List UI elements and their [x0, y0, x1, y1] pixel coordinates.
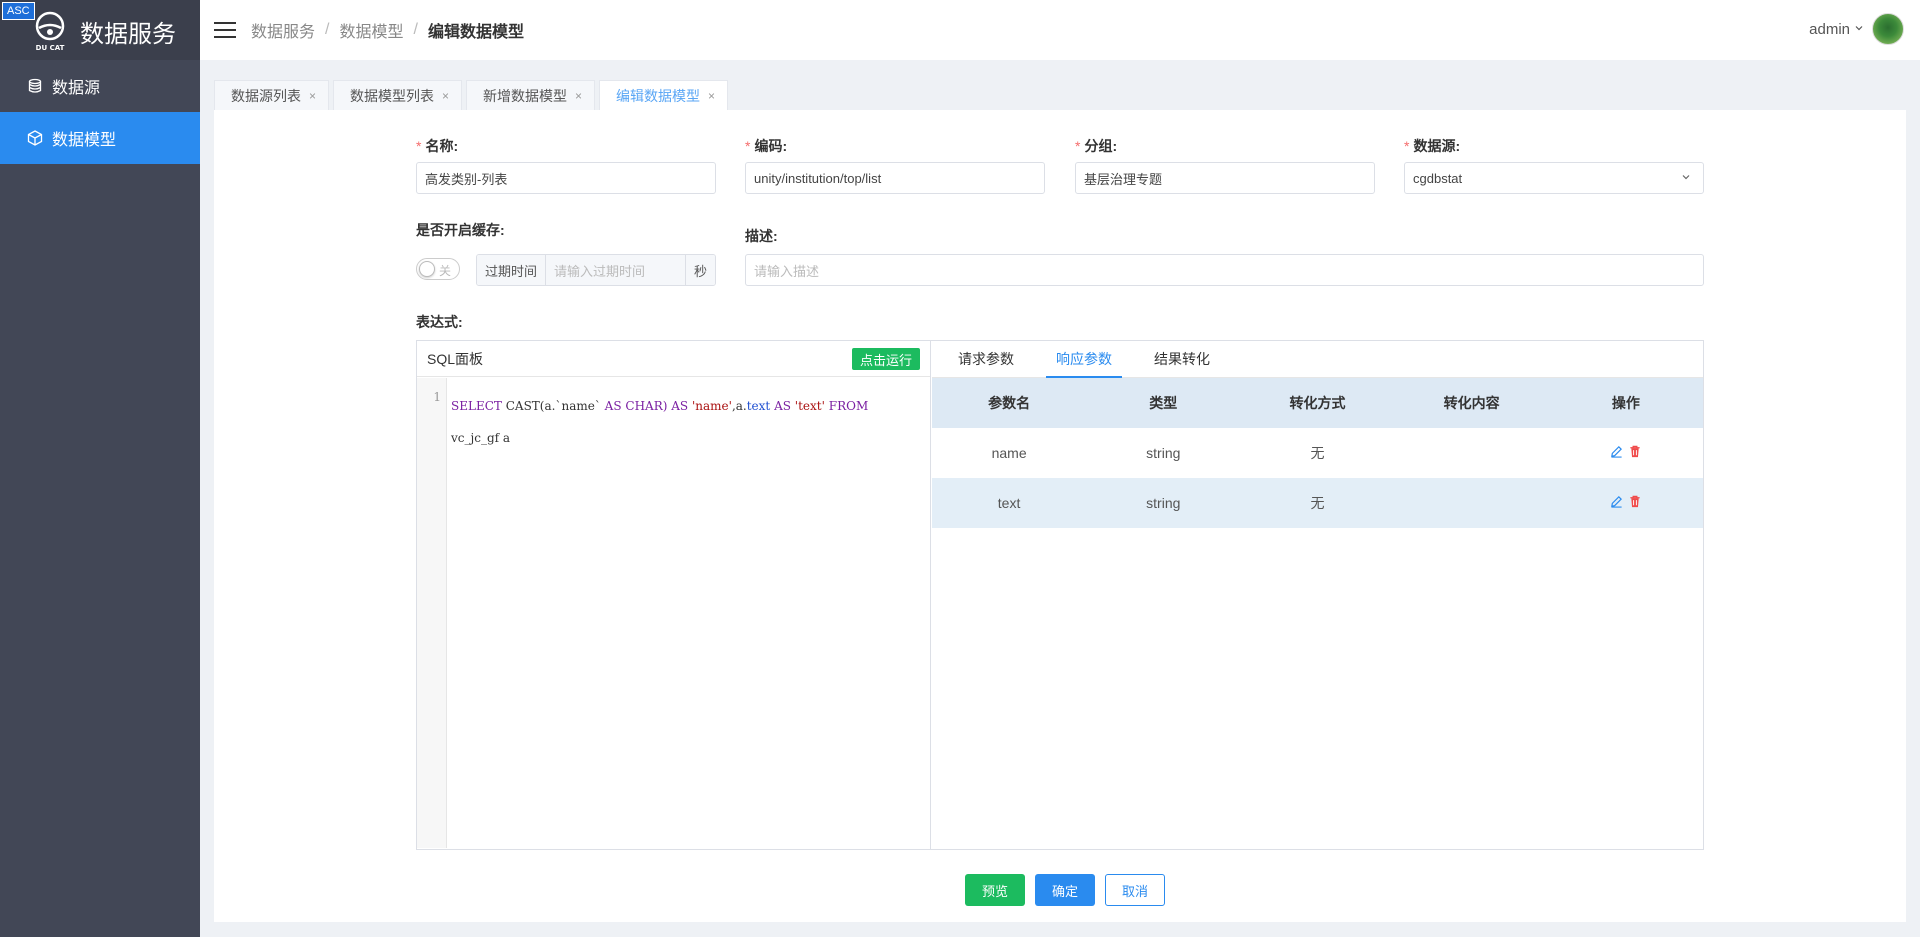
avatar[interactable] [1872, 13, 1904, 45]
code-input[interactable]: unity/institution/top/list [745, 162, 1045, 194]
preview-button[interactable]: 预览 [965, 874, 1025, 906]
menu-toggle-icon[interactable] [213, 20, 237, 40]
param-name: text [932, 478, 1087, 528]
edit-form-card: * 名称: 高发类别-列表 * 编码: unity/institution/top/… [214, 110, 1906, 922]
logo-area: ASC DU CAT 数据服务 [0, 0, 200, 60]
param-type: string [1086, 478, 1241, 528]
sql-panel-title: SQL面板 [427, 350, 484, 367]
close-icon[interactable]: × [442, 89, 449, 103]
group-input[interactable]: 基层治理专题 [1075, 162, 1375, 194]
tab-datamodel-list[interactable]: 数据模型列表 × [333, 80, 463, 110]
expire-time-group: 过期时间 请输入过期时间 秒 [476, 254, 716, 286]
tab-request-params[interactable]: 请求参数 [948, 341, 1024, 377]
param-name: name [991, 445, 1027, 461]
database-icon [26, 77, 44, 95]
sidebar-item-label: 数据源 [52, 80, 101, 97]
column-header: 类型 [1086, 378, 1241, 428]
column-header: 转化内容 [1394, 378, 1549, 428]
group-label: * 分组: [1075, 138, 1118, 154]
edit-icon[interactable] [1610, 445, 1623, 458]
breadcrumb-item[interactable]: 数据模型 [339, 18, 403, 42]
param-mode: 无 [1240, 478, 1395, 528]
username[interactable]: admin [1809, 21, 1850, 38]
tab-edit-datamodel[interactable]: 编辑数据模型 × [599, 80, 729, 110]
tab-response-params[interactable]: 响应参数 [1046, 341, 1122, 378]
params-table: 参数名 类型 转化方式 转化内容 操作 name string 无 text s… [932, 378, 1703, 528]
sql-panel-header: SQL面板 点击运行 [417, 341, 930, 377]
param-type: string [1146, 445, 1181, 461]
edit-icon[interactable] [1610, 495, 1623, 508]
column-header: 参数名 [932, 378, 1087, 428]
expression-label: 表达式: [416, 314, 463, 330]
run-button[interactable]: 点击运行 [851, 348, 920, 370]
page-tabs: 数据源列表 × 数据模型列表 × 新增数据模型 × 编辑数据模型 × [214, 80, 732, 110]
param-mode: 无 [1310, 445, 1325, 461]
chevron-down-icon [1681, 172, 1691, 185]
column-header: 转化方式 [1240, 378, 1395, 428]
sql-panel: SQL面板 点击运行 1 SELECT CAST(a.`name` AS CHA… [417, 341, 931, 849]
expire-unit: 秒 [684, 255, 715, 285]
sidebar: ASC DU CAT 数据服务 数据源 数据模型 [0, 0, 200, 937]
cache-toggle[interactable]: 关 [416, 258, 460, 280]
tab-datasource-list[interactable]: 数据源列表 × [214, 80, 330, 110]
cache-label: 是否开启缓存: [416, 222, 505, 238]
top-header: 数据服务 / 数据模型 / 编辑数据模型 admin [200, 0, 1920, 60]
sidebar-item-datamodel[interactable]: 数据模型 [0, 112, 200, 164]
sidebar-item-datasource[interactable]: 数据源 [0, 60, 200, 112]
param-tabs: 请求参数 响应参数 结果转化 [932, 341, 1703, 378]
app-title: 数据服务 [80, 20, 176, 48]
datasource-label: * 数据源: [1404, 138, 1461, 154]
sql-editor[interactable]: SELECT CAST(a.`name` AS CHAR) AS 'name',… [451, 390, 921, 454]
tab-result-transform[interactable]: 结果转化 [1144, 341, 1220, 377]
name-input[interactable]: 高发类别-列表 [416, 162, 716, 194]
expire-time-input[interactable]: 请输入过期时间 [546, 255, 685, 285]
param-actions [1549, 428, 1703, 478]
param-actions [1548, 478, 1703, 528]
expire-time-label: 过期时间 [477, 255, 547, 285]
breadcrumb-item[interactable]: 数据服务 [251, 18, 315, 42]
toggle-knob [419, 261, 435, 277]
close-icon[interactable]: × [575, 89, 582, 103]
code-label: * 编码: [745, 138, 788, 154]
logo-caption: DU CAT [36, 44, 65, 52]
confirm-button[interactable]: 确定 [1035, 874, 1095, 906]
cube-icon [26, 129, 44, 147]
expression-box: SQL面板 点击运行 1 SELECT CAST(a.`name` AS CHA… [416, 340, 1704, 850]
table-row: name string 无 [932, 428, 1703, 478]
breadcrumb: 数据服务 / 数据模型 / 编辑数据模型 [251, 18, 524, 42]
delete-icon[interactable] [1629, 445, 1641, 458]
toggle-text: 关 [438, 264, 451, 278]
datasource-select[interactable]: cgdbstat [1404, 162, 1704, 194]
desc-label: 描述: [745, 228, 778, 244]
table-row: text string 无 [932, 478, 1703, 528]
column-header: 操作 [1548, 378, 1703, 428]
param-panel: 请求参数 响应参数 结果转化 参数名 类型 转化方式 转化内容 操作 name … [932, 341, 1703, 849]
close-icon[interactable]: × [708, 89, 715, 103]
line-numbers: 1 [417, 378, 447, 848]
param-content [1394, 478, 1549, 528]
breadcrumb-current: 编辑数据模型 [427, 24, 524, 41]
name-label: * 名称: [416, 138, 459, 154]
delete-icon[interactable] [1629, 495, 1641, 508]
tab-add-datamodel[interactable]: 新增数据模型 × [466, 80, 596, 110]
sidebar-item-label: 数据模型 [52, 132, 117, 149]
chevron-down-icon[interactable] [1854, 22, 1864, 36]
close-icon[interactable]: × [309, 89, 316, 103]
cancel-button[interactable]: 取消 [1105, 874, 1165, 906]
desc-input[interactable]: 请输入描述 [745, 254, 1704, 286]
logo-icon: DU CAT [36, 11, 65, 52]
user-menu[interactable]: admin [1809, 13, 1904, 45]
param-content [1395, 428, 1549, 478]
